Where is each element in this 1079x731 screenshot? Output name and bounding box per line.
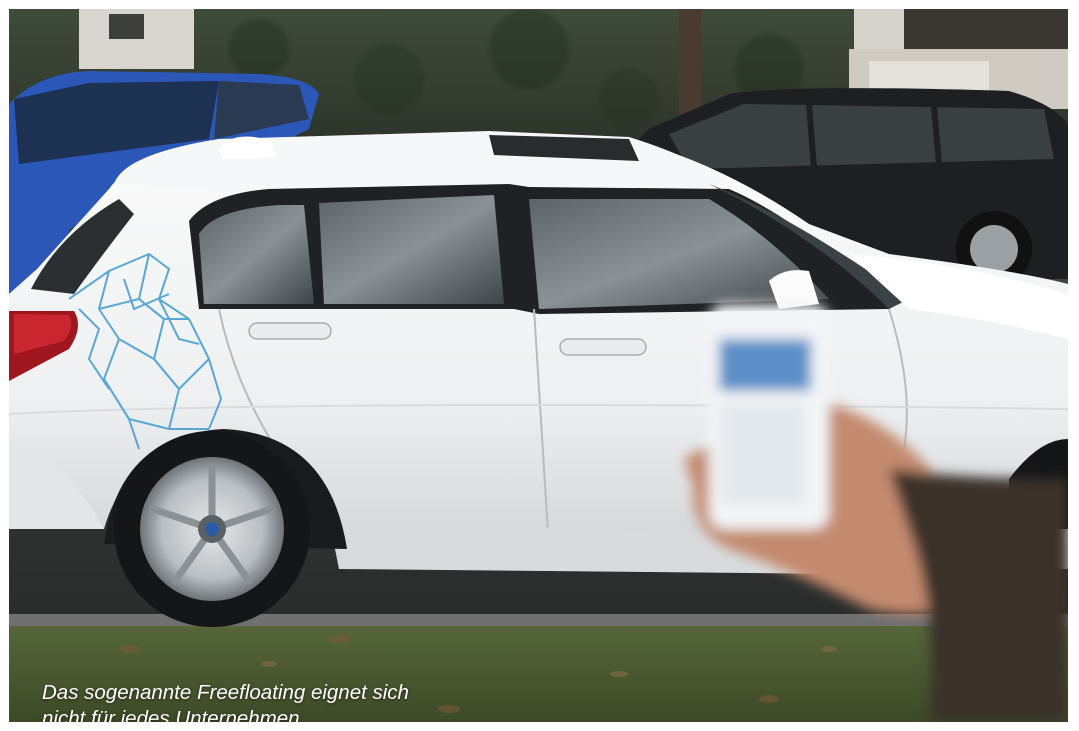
photo: Das sogenannte Freefloating eignet sich … bbox=[9, 9, 1068, 722]
photo-caption: Das sogenannte Freefloating eignet sich … bbox=[42, 680, 562, 722]
caption-line-1: Das sogenannte Freefloating eignet sich bbox=[42, 681, 409, 704]
photo-illustration bbox=[9, 9, 1068, 722]
caption-line-2: nicht für jedes Unternehmen bbox=[42, 707, 300, 722]
